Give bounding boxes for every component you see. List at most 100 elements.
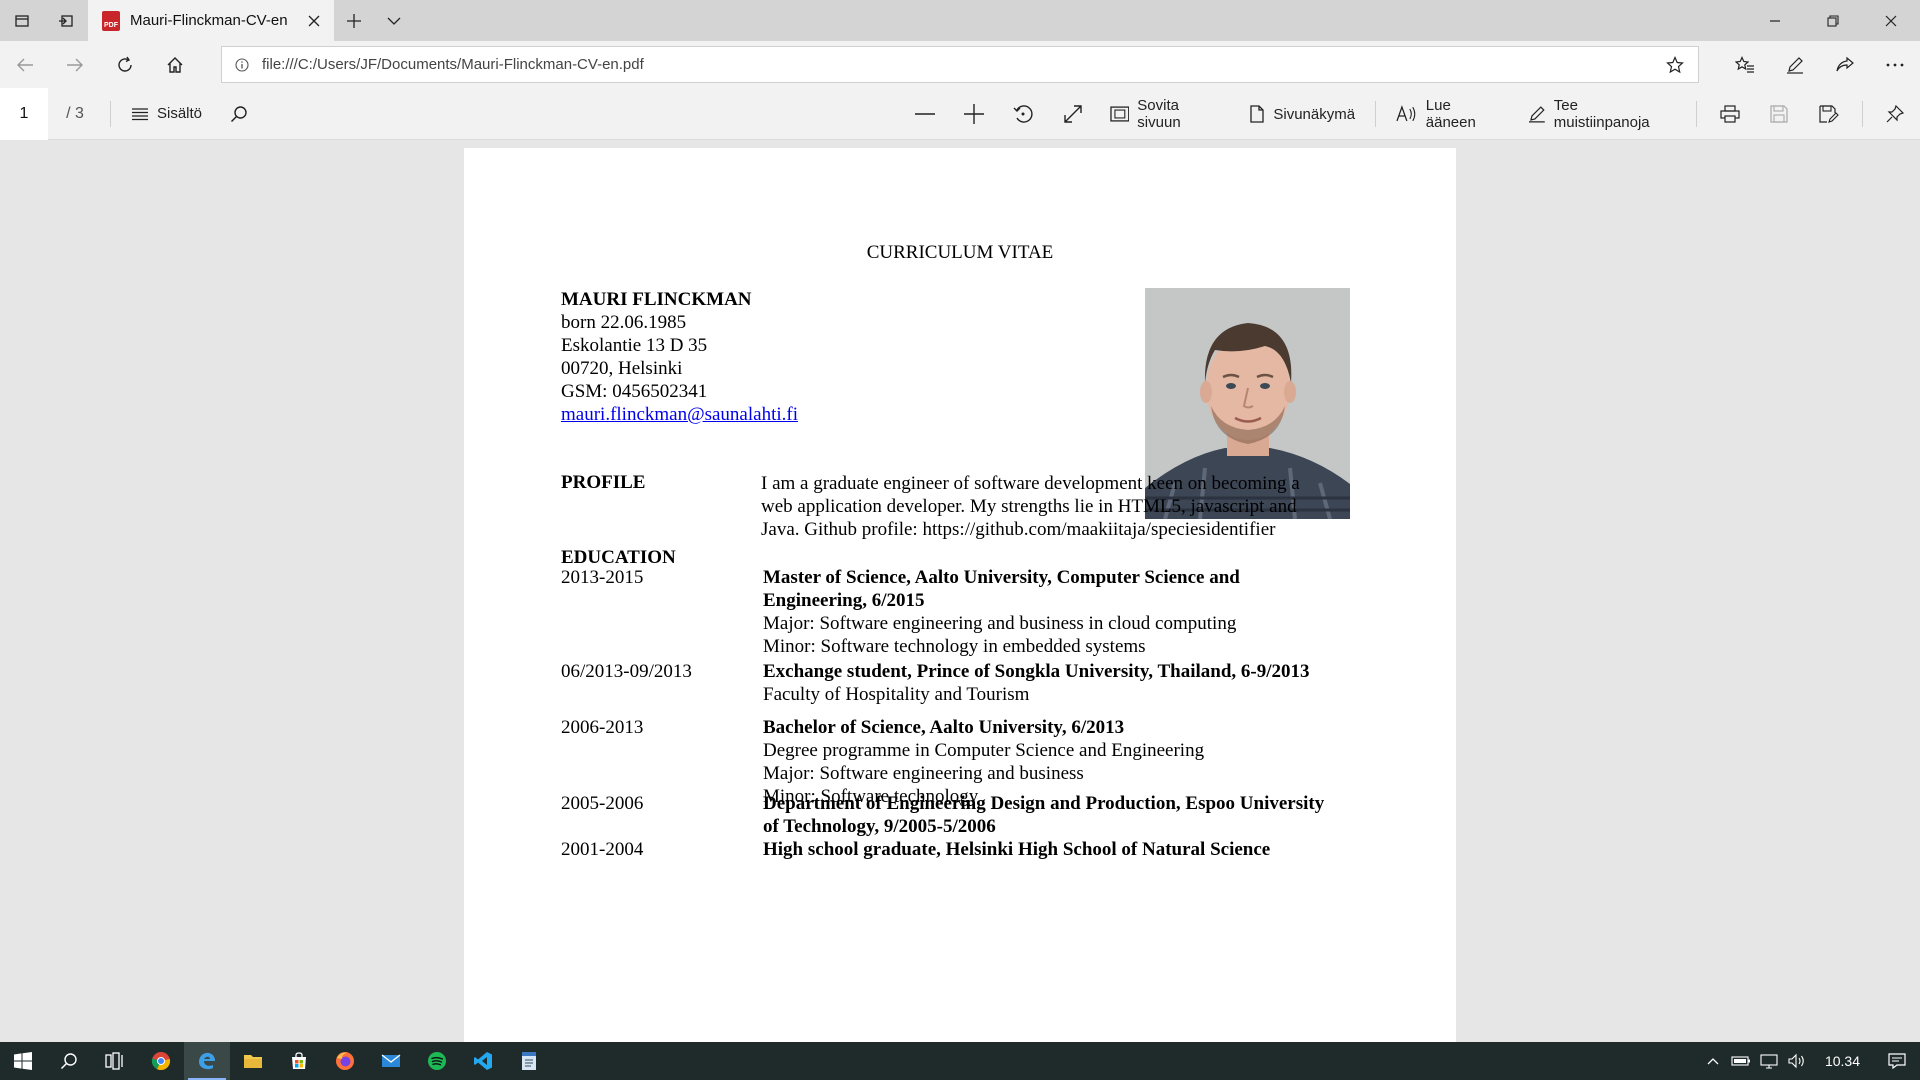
address-bar: file:///C:/Users/JF/Documents/Mauri-Flin… xyxy=(0,41,1920,88)
clock-time[interactable]: 10.34 xyxy=(1811,1053,1874,1069)
tab-title: Mauri-Flinckman-CV-en xyxy=(130,12,288,29)
info-icon[interactable] xyxy=(222,47,262,82)
url-field[interactable]: file:///C:/Users/JF/Documents/Mauri-Flin… xyxy=(221,46,1699,83)
education-detail: Major: Software engineering and business… xyxy=(763,613,1237,634)
firefox-icon[interactable] xyxy=(322,1042,368,1080)
pdf-icon-badge: PDF xyxy=(104,21,118,29)
postal-city: 00720, Helsinki xyxy=(561,358,683,379)
pdf-viewer[interactable]: CURRICULUM VITAE MAURI FLINCKMAN born 22… xyxy=(0,140,1920,1042)
read-aloud-label: Lue ääneen xyxy=(1425,97,1476,131)
pen-icon xyxy=(1528,106,1545,123)
education-title: High school graduate, Helsinki High Scho… xyxy=(763,839,1271,860)
forward-icon[interactable] xyxy=(50,41,100,88)
favorites-icon[interactable] xyxy=(1720,41,1770,88)
notepad-app-icon[interactable] xyxy=(506,1042,552,1080)
web-notes-pen-icon[interactable] xyxy=(1770,41,1820,88)
zoom-in-icon[interactable] xyxy=(949,88,998,140)
document-title: CURRICULUM VITAE xyxy=(866,242,1054,263)
home-icon[interactable] xyxy=(150,41,200,88)
add-notes-button[interactable]: Tee muistiinpanoja xyxy=(1516,88,1688,140)
read-aloud-icon xyxy=(1396,105,1416,122)
pdf-toolbar: 1 / 3 Sisältö Sovita sivuun Sivunäkymä L… xyxy=(0,87,1920,140)
pin-toolbar-icon[interactable] xyxy=(1871,88,1920,140)
toolbar-divider xyxy=(1696,101,1698,127)
share-icon[interactable] xyxy=(1820,41,1870,88)
pdf-file-icon: PDF xyxy=(102,10,120,31)
street-address: Eskolantie 13 D 35 xyxy=(561,335,708,356)
system-tray: 10.34 xyxy=(1699,1042,1920,1080)
email-link[interactable]: mauri.flinckman@saunalahti.fi xyxy=(561,404,798,425)
close-window-icon[interactable] xyxy=(1862,0,1920,41)
add-notes-label: Tee muistiinpanoja xyxy=(1553,97,1650,131)
tab-preview-chevron-icon[interactable] xyxy=(374,0,414,41)
fit-page-icon xyxy=(1109,106,1129,122)
contact-block: MAURI FLINCKMAN born 22.06.1985 Eskolant… xyxy=(561,288,798,426)
education-title: Exchange student, Prince of Songkla Univ… xyxy=(763,661,1310,682)
volume-icon[interactable] xyxy=(1783,1042,1811,1080)
rotate-icon[interactable] xyxy=(999,88,1048,140)
page-view-label: Sivunäkymä xyxy=(1273,105,1356,123)
tab-cv-pdf[interactable]: PDF Mauri-Flinckman-CV-en xyxy=(88,0,334,41)
spotify-icon[interactable] xyxy=(414,1042,460,1080)
print-icon[interactable] xyxy=(1705,88,1754,140)
restore-icon[interactable] xyxy=(1804,0,1862,41)
list-icon xyxy=(132,107,148,120)
tab-actions-icon[interactable] xyxy=(0,0,44,41)
network-icon[interactable] xyxy=(1755,1042,1783,1080)
contents-label: Sisältö xyxy=(157,105,203,122)
profile-text: I am a graduate engineer of software dev… xyxy=(761,472,1341,541)
fit-to-page-label: Sovita sivuun xyxy=(1137,97,1181,131)
page-view-button[interactable]: Sivunäkymä xyxy=(1237,88,1367,140)
close-tab-icon[interactable] xyxy=(304,11,324,31)
back-icon[interactable] xyxy=(0,41,50,88)
zoom-out-icon[interactable] xyxy=(900,88,949,140)
contents-button[interactable]: Sisältö xyxy=(119,88,214,140)
favorite-star-icon[interactable] xyxy=(1652,47,1698,82)
education-years: 2001-2004 xyxy=(561,839,644,860)
new-tab-icon[interactable] xyxy=(334,0,374,41)
battery-icon[interactable] xyxy=(1727,1042,1755,1080)
minimize-icon[interactable] xyxy=(1746,0,1804,41)
page-view-icon xyxy=(1250,105,1265,123)
action-center-icon[interactable] xyxy=(1874,1042,1920,1080)
file-explorer-icon[interactable] xyxy=(230,1042,276,1080)
mail-icon[interactable] xyxy=(368,1042,414,1080)
show-hidden-icons-chevron-icon[interactable] xyxy=(1699,1042,1727,1080)
toolbar-divider xyxy=(1861,101,1863,127)
save-icon[interactable] xyxy=(1755,88,1804,140)
save-as-icon[interactable] xyxy=(1804,88,1853,140)
search-icon[interactable] xyxy=(46,1042,92,1080)
toolbar-divider xyxy=(1375,101,1377,127)
edge-icon[interactable] xyxy=(184,1042,230,1080)
education-detail: Minor: Software technology in embedded s… xyxy=(763,636,1146,657)
education-entry: 2001-2004 High school graduate, Helsinki… xyxy=(561,838,1351,861)
education-entry: 2013-2015 Master of Science, Aalto Unive… xyxy=(561,566,1351,658)
education-detail: Degree programme in Computer Science and… xyxy=(763,740,1205,761)
candidate-name: MAURI FLINCKMAN xyxy=(561,289,752,310)
fullscreen-icon[interactable] xyxy=(1048,88,1097,140)
education-entry: 2005-2006 Department of Engineering Desi… xyxy=(561,792,1351,838)
read-aloud-button[interactable]: Lue ääneen xyxy=(1384,88,1516,140)
page-total: / 3 xyxy=(66,104,84,122)
store-icon[interactable] xyxy=(276,1042,322,1080)
education-entry: 06/2013-09/2013 Exchange student, Prince… xyxy=(561,660,1351,706)
chrome-icon[interactable] xyxy=(138,1042,184,1080)
profile-heading: PROFILE xyxy=(561,472,646,493)
start-windows-icon[interactable] xyxy=(0,1042,46,1080)
education-years: 06/2013-09/2013 xyxy=(561,661,692,682)
fit-to-page-button[interactable]: Sovita sivuun xyxy=(1098,88,1238,140)
refresh-icon[interactable] xyxy=(100,41,150,88)
profile-line: web application developer. My strengths … xyxy=(761,496,1297,517)
vscode-icon[interactable] xyxy=(460,1042,506,1080)
phone-number: GSM: 0456502341 xyxy=(561,381,708,402)
education-years: 2005-2006 xyxy=(561,793,644,814)
education-detail: Faculty of Hospitality and Tourism xyxy=(763,684,1030,705)
task-view-icon[interactable] xyxy=(92,1042,138,1080)
education-years: 2013-2015 xyxy=(561,567,644,588)
education-title: Bachelor of Science, Aalto University, 6… xyxy=(763,717,1125,738)
set-aside-tabs-icon[interactable] xyxy=(44,0,88,41)
taskbar: 10.34 xyxy=(0,1042,1920,1080)
search-icon[interactable] xyxy=(214,88,264,140)
page-number-input[interactable]: 1 xyxy=(0,87,48,140)
more-menu-icon[interactable] xyxy=(1870,41,1920,88)
